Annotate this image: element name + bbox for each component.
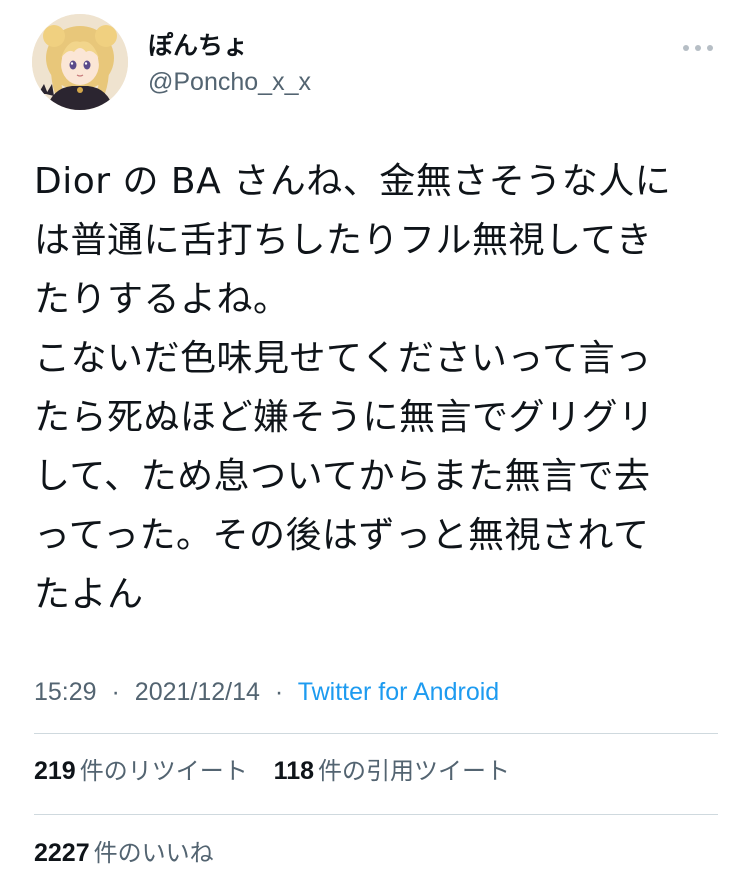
display-name[interactable]: ぽんちょ xyxy=(148,30,248,62)
meta-separator: · xyxy=(274,678,284,706)
retweet-count: 219 xyxy=(34,757,76,785)
like-label: 件のいいね xyxy=(93,839,214,867)
tweet-text: Dior の BA さんね、金無さそうな人に は普通に舌打ちしたりフル無視してき… xyxy=(34,152,724,624)
tweet-text-line: たよん xyxy=(34,574,144,615)
divider xyxy=(34,733,718,734)
more-horizontal-icon[interactable] xyxy=(678,36,718,60)
avatar[interactable] xyxy=(32,14,128,110)
stats-row-shares: 219 件のリツイート 118 件の引用ツイート xyxy=(34,754,528,788)
tweet-text-line: して、ため息ついてからまた無言で去 xyxy=(34,456,651,497)
retweets-stat[interactable]: 219 件のリツイート xyxy=(34,756,256,785)
like-count: 2227 xyxy=(34,839,90,867)
stats-row-likes: 2227 件のいいね xyxy=(34,836,232,870)
quotes-stat[interactable]: 118 件の引用ツイート xyxy=(274,756,510,785)
divider xyxy=(34,814,718,815)
tweet-text-line: たりするよね。 xyxy=(34,279,290,320)
quote-label: 件の引用ツイート xyxy=(318,757,511,785)
tweet-date[interactable]: 2021/12/14 xyxy=(135,678,260,706)
tweet-meta: 15:29 · 2021/12/14 · Twitter for Android xyxy=(34,675,499,709)
anime-character-avatar-icon xyxy=(32,14,128,110)
user-handle[interactable]: @Poncho_x_x xyxy=(148,66,311,98)
tweet-source-link[interactable]: Twitter for Android xyxy=(298,678,499,706)
tweet-text-line: は普通に舌打ちしたりフル無視してき xyxy=(34,220,653,261)
tweet-text-line: Dior の BA さんね、金無さそうな人に xyxy=(34,161,672,202)
retweet-label: 件のリツイート xyxy=(79,757,248,785)
tweet-text-line: たら死ぬほど嫌そうに無言でグリグリ xyxy=(34,397,655,438)
likes-stat[interactable]: 2227 件のいいね xyxy=(34,838,214,867)
quote-count: 118 xyxy=(273,757,315,785)
tweet-time[interactable]: 15:29 xyxy=(34,678,97,706)
tweet-text-line: ってった。その後はずっと無視されて xyxy=(34,515,650,556)
meta-separator: · xyxy=(111,678,120,706)
tweet-text-line: こないだ色味見せてくださいって言っ xyxy=(34,338,652,379)
